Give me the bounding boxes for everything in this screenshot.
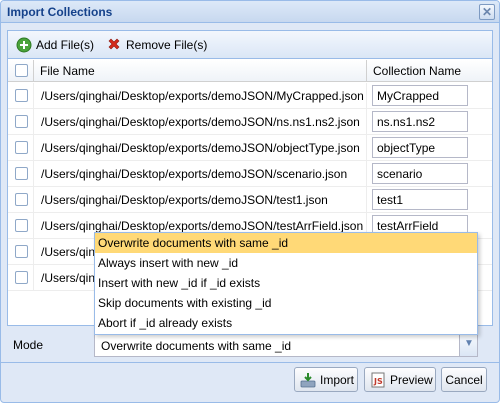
row-checkbox[interactable]: [15, 89, 28, 102]
cancel-label: Cancel: [445, 372, 483, 387]
dialog-title: Import Collections: [7, 5, 113, 19]
file-path: /Users/qinghai/Desktop/exports/demoJSON/…: [41, 89, 364, 103]
row-checkbox[interactable]: [15, 115, 28, 128]
file-path: /Users/qinghai/Desktop/exports/demoJSON/…: [41, 115, 360, 129]
table-row[interactable]: /Users/qinghai/Desktop/exports/demoJSON/…: [8, 83, 492, 109]
file-path: /Users/qinghai/Desktop/exports/demoJSON/…: [41, 193, 328, 207]
collection-name-input[interactable]: [372, 111, 468, 132]
row-checkbox[interactable]: [15, 167, 28, 180]
mode-option[interactable]: Skip documents with existing _id: [95, 293, 477, 313]
table-row[interactable]: /Users/qinghai/Desktop/exports/demoJSON/…: [8, 187, 492, 213]
header-file-name[interactable]: File Name: [34, 60, 367, 82]
cancel-button[interactable]: Cancel: [441, 367, 487, 392]
row-checkbox[interactable]: [15, 271, 28, 284]
preview-icon: JS: [371, 372, 385, 387]
mode-select[interactable]: Overwrite documents with same _id ▼: [94, 333, 478, 357]
mode-dropdown-trigger[interactable]: ▼: [459, 334, 477, 356]
collection-name-input[interactable]: [372, 85, 468, 106]
footer-divider: [1, 362, 499, 363]
chevron-down-icon: ▼: [464, 338, 474, 349]
remove-icon: [108, 38, 120, 50]
mode-option[interactable]: Insert with new _id if _id exists: [95, 273, 477, 293]
header-collection-name[interactable]: Collection Name: [367, 60, 492, 82]
mode-label: Mode: [13, 338, 44, 352]
mode-selected-value: Overwrite documents with same _id: [101, 339, 292, 353]
mode-option[interactable]: Overwrite documents with same _id: [95, 233, 477, 253]
remove-files-label: Remove File(s): [126, 38, 208, 52]
remove-files-button[interactable]: Remove File(s): [106, 36, 207, 54]
mode-dropdown-list: Overwrite documents with same _id Always…: [94, 232, 478, 335]
table-row[interactable]: /Users/qinghai/Desktop/exports/demoJSON/…: [8, 109, 492, 135]
close-button[interactable]: ✕: [479, 4, 495, 20]
row-checkbox[interactable]: [15, 193, 28, 206]
svg-text:JS: JS: [373, 377, 383, 386]
add-files-button[interactable]: Add File(s): [16, 36, 94, 54]
preview-label: Preview: [390, 372, 433, 387]
select-all-checkbox[interactable]: [15, 64, 28, 77]
file-path: /Users/qinghai/Desktop/exports/demoJSON/…: [41, 141, 360, 155]
add-icon: [16, 37, 32, 53]
table-row[interactable]: /Users/qinghai/Desktop/exports/demoJSON/…: [8, 161, 492, 187]
collection-name-input[interactable]: [372, 137, 468, 158]
collection-name-input[interactable]: [372, 189, 468, 210]
grid-header: File Name Collection Name: [8, 60, 492, 82]
row-checkbox[interactable]: [15, 245, 28, 258]
dialog-titlebar[interactable]: Import Collections ✕: [1, 1, 499, 23]
preview-button[interactable]: JS Preview: [364, 367, 436, 392]
close-icon: ✕: [481, 5, 493, 19]
files-toolbar: Add File(s) Remove File(s): [8, 31, 492, 59]
select-all-cell[interactable]: [8, 60, 34, 82]
import-button[interactable]: Import: [294, 367, 358, 392]
import-collections-dialog: Import Collections ✕ Add File(s) Remove …: [0, 0, 500, 403]
mode-option[interactable]: Always insert with new _id: [95, 253, 477, 273]
add-files-label: Add File(s): [36, 38, 95, 52]
file-path: /Users/qinghai/Desktop/exports/demoJSON/…: [41, 167, 348, 181]
row-checkbox[interactable]: [15, 141, 28, 154]
file-path: /Users/qinghai/Desktop/exports/demoJSON/…: [41, 219, 364, 233]
mode-row: Mode Overwrite documents with same _id ▼: [7, 331, 493, 359]
import-label: Import: [320, 372, 355, 387]
mode-option[interactable]: Abort if _id already exists: [95, 313, 477, 333]
import-icon: [300, 372, 316, 387]
table-row[interactable]: /Users/qinghai/Desktop/exports/demoJSON/…: [8, 135, 492, 161]
row-checkbox[interactable]: [15, 219, 28, 232]
collection-name-input[interactable]: [372, 163, 468, 184]
